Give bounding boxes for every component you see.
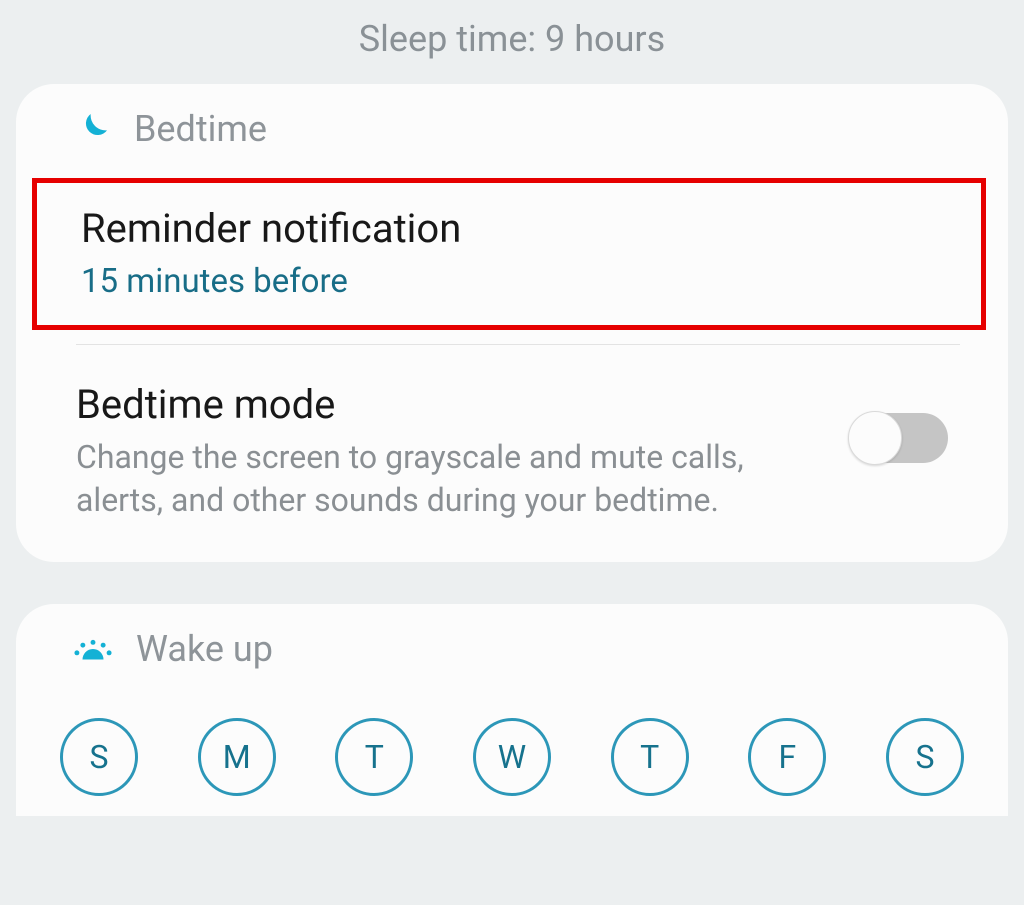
wakeup-card: Wake up S M T W T F S [16,604,1008,816]
bedtime-mode-description: Change the screen to grayscale and mute … [76,436,820,522]
wakeup-title: Wake up [136,628,273,670]
bedtime-card: Bedtime Reminder notification 15 minutes… [16,84,1008,562]
bedtime-card-header: Bedtime [16,84,1008,168]
reminder-title: Reminder notification [81,205,951,252]
day-saturday[interactable]: S [886,718,964,796]
reminder-value: 15 minutes before [81,262,951,301]
sleep-time-label: Sleep time: 9 hours [0,0,1024,84]
day-wednesday[interactable]: W [473,718,551,796]
reminder-notification-row[interactable]: Reminder notification 15 minutes before [32,178,986,330]
day-thursday[interactable]: T [611,718,689,796]
bedtime-mode-row[interactable]: Bedtime mode Change the screen to graysc… [16,345,1008,562]
moon-icon [72,109,112,149]
toggle-knob [848,411,902,465]
wakeup-card-header: Wake up [16,604,1008,688]
days-row: S M T W T F S [16,688,1008,796]
bedtime-mode-text: Bedtime mode Change the screen to graysc… [76,381,850,522]
sunrise-icon [72,628,114,670]
day-tuesday[interactable]: T [335,718,413,796]
day-sunday[interactable]: S [60,718,138,796]
bedtime-mode-title: Bedtime mode [76,381,820,428]
bedtime-title: Bedtime [134,108,267,150]
day-friday[interactable]: F [748,718,826,796]
bedtime-mode-toggle[interactable] [850,413,948,463]
day-monday[interactable]: M [198,718,276,796]
